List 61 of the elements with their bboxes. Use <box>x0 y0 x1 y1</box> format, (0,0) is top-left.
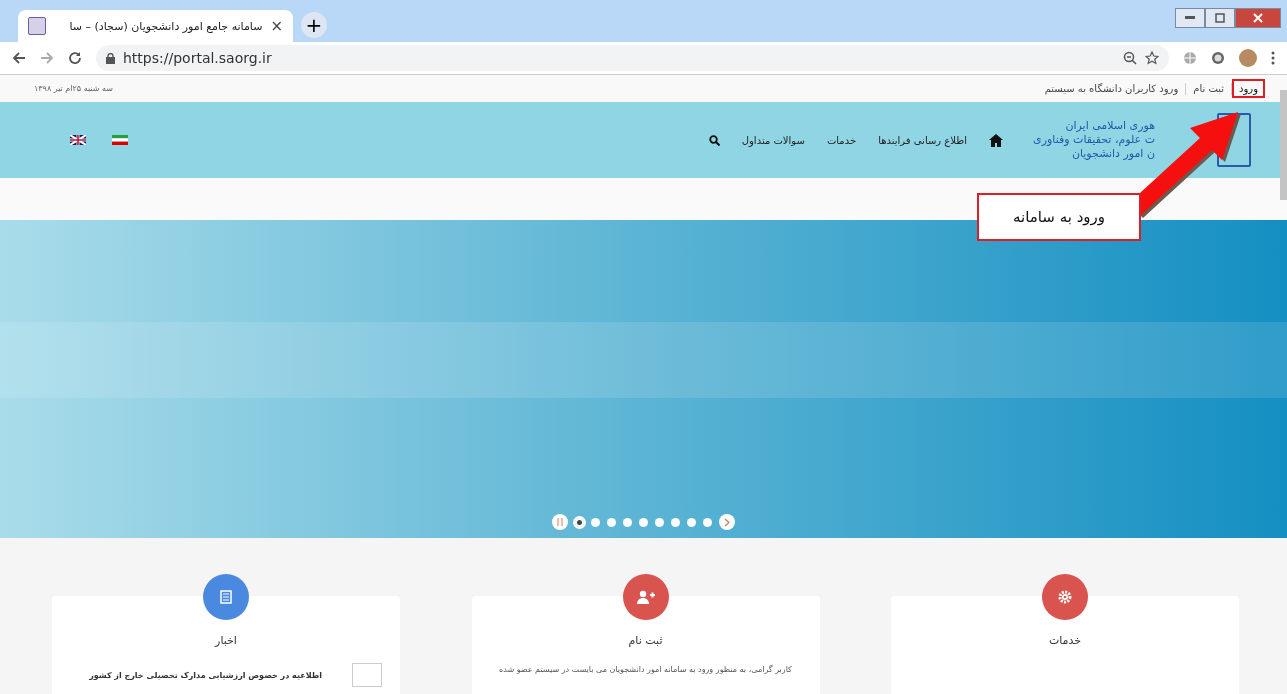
nav-link[interactable]: خدمات <box>826 134 857 146</box>
logo-text: ن امور دانشجویان <box>1070 147 1155 162</box>
slide-dot[interactable] <box>607 517 616 527</box>
card-title[interactable]: خدمات <box>1048 634 1082 647</box>
menu-icon[interactable] <box>1271 51 1275 65</box>
close-icon <box>1253 13 1263 23</box>
slide-dot[interactable] <box>575 517 584 527</box>
nav-link[interactable]: اطلاع رسانی فرایندها <box>878 134 967 146</box>
slide-dot[interactable] <box>591 517 600 527</box>
slide-dot[interactable] <box>687 517 696 527</box>
new-tab-button[interactable]: + <box>301 12 327 38</box>
top-link[interactable]: ثبت نام <box>1186 79 1232 98</box>
card-text: کاربر گرامی، به منظور ورود به سامانه امور دانشجویان می بایست در سیستم عضو شده <box>499 665 792 674</box>
news-thumbnail <box>352 663 382 687</box>
iran-flag-icon[interactable] <box>112 135 128 145</box>
nav-link[interactable]: سوالات متداول <box>741 134 805 146</box>
pause-icon <box>557 518 563 526</box>
news-link[interactable]: اطلاعیه در خصوص ارزشیابی مدارک تحصیلی خارج از کشور <box>89 670 322 680</box>
uk-flag-icon[interactable] <box>70 135 86 145</box>
card-title[interactable]: اخبار <box>215 634 237 647</box>
reload-icon[interactable] <box>68 51 82 65</box>
url-text: https://portal.saorg.ir <box>123 50 272 66</box>
top-link[interactable]: ورود کاربران دانشگاه به سیستم <box>1037 79 1186 98</box>
maximize-button[interactable] <box>1205 8 1235 28</box>
logo-text: ت علوم، تحقیقات وفناوری <box>1032 132 1155 148</box>
forward-icon[interactable] <box>40 51 54 65</box>
close-tab-button[interactable]: × <box>270 17 283 35</box>
slide-dot[interactable] <box>703 517 712 527</box>
globe-icon[interactable] <box>1183 51 1197 65</box>
browser-tab[interactable]: سامانه جامع امور دانشجویان (سجاد) – سا × <box>18 10 293 42</box>
tab-title: سامانه جامع امور دانشجویان (سجاد) – سا <box>68 19 263 33</box>
chevron-right-icon <box>724 517 730 527</box>
callout-label: ورود به سامانه <box>977 193 1141 241</box>
card-title[interactable]: ثبت نام <box>628 634 663 647</box>
slide-dot[interactable] <box>623 517 632 527</box>
slide-dot[interactable] <box>671 517 680 527</box>
zoom-out-icon[interactable] <box>1123 51 1137 65</box>
close-window-button[interactable] <box>1235 8 1281 28</box>
profile-avatar[interactable] <box>1239 49 1257 67</box>
star-icon[interactable] <box>1145 51 1159 65</box>
extension-icon[interactable] <box>1211 51 1225 65</box>
minimize-button[interactable] <box>1175 8 1205 28</box>
slide-dot[interactable] <box>639 517 648 527</box>
back-icon[interactable] <box>12 51 26 65</box>
document-icon <box>220 590 232 604</box>
lock-icon <box>106 52 115 64</box>
date-text: سه شنبه ۲۵ام تیر ۱۳۹۸ <box>34 84 113 93</box>
home-icon[interactable] <box>989 133 1003 147</box>
scrollbar-thumb[interactable] <box>1280 90 1287 200</box>
site-favicon <box>28 17 46 35</box>
add-user-icon <box>636 590 655 604</box>
maximize-icon <box>1215 13 1225 23</box>
address-bar[interactable]: https://portal.saorg.ir <box>96 45 1169 71</box>
gear-icon <box>1058 590 1072 604</box>
minimize-icon <box>1185 16 1195 20</box>
next-slide-button[interactable] <box>719 514 735 530</box>
slide-dot[interactable] <box>655 517 664 527</box>
logo-text: هوری اسلامی ایران <box>1064 118 1155 133</box>
top-link[interactable]: ورود <box>1232 79 1265 98</box>
search-icon[interactable] <box>708 134 720 146</box>
pause-button[interactable] <box>552 514 568 530</box>
